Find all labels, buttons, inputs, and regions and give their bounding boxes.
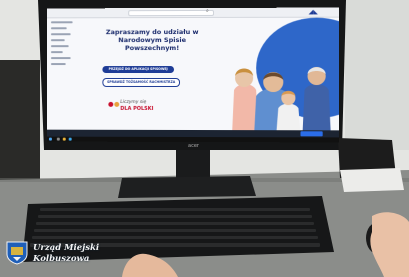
- monitor-screen: ⌕ ◢◣ Zapraszamy do udziału w Narodowym S…: [46, 7, 339, 143]
- menu-item[interactable]: [50, 57, 71, 60]
- monitor-base: [118, 176, 256, 198]
- slogan-line-1: Liczymy się: [120, 99, 147, 105]
- slogan-dot-icon: [108, 101, 114, 107]
- white-box: [340, 168, 404, 192]
- taskbar-app-icon[interactable]: [68, 137, 72, 141]
- site-logo[interactable]: ◢◣: [309, 9, 318, 16]
- menu-item[interactable]: [50, 45, 69, 48]
- menu-item[interactable]: [50, 51, 63, 54]
- windows-taskbar: [46, 136, 339, 143]
- office-watermark: Urząd Miejski Kolbuszowa: [6, 239, 100, 269]
- menu-item[interactable]: [50, 21, 73, 24]
- census-slogan: Liczymy się DLA POLSKI: [106, 100, 176, 114]
- census-app-button[interactable]: PRZEJDŹ DO APLIKACJI SPISOWEJ: [102, 66, 175, 74]
- watermark-line-2: Kolbuszowa: [33, 254, 90, 264]
- coat-of-arms-icon: [6, 241, 28, 265]
- menu-item[interactable]: [50, 63, 66, 66]
- monitor-neck: [176, 150, 210, 178]
- menu-item[interactable]: [50, 27, 67, 30]
- slogan-dot-icon: [114, 101, 120, 107]
- cookie-accept-button[interactable]: [300, 131, 323, 137]
- search-icon[interactable]: ⌕: [206, 8, 209, 14]
- taskbar-app-icon[interactable]: [56, 137, 60, 141]
- address-bar[interactable]: [128, 9, 215, 17]
- page-headline: Zapraszamy do udziału w Narodowym Spisie…: [105, 27, 199, 53]
- verify-enumerator-button[interactable]: SPRAWDŹ TOŻSAMOŚĆ RACHMISTRZA: [102, 77, 181, 87]
- monitor-brand: acer: [188, 143, 200, 149]
- watermark-line-1: Urząd Miejski: [33, 243, 100, 253]
- start-icon[interactable]: [48, 137, 52, 141]
- family-photo: [231, 66, 331, 135]
- side-menu: [50, 21, 77, 69]
- dark-cabinet: [0, 60, 40, 190]
- right-panel: [345, 0, 409, 150]
- browser-toolbar: ⌕ ◢◣: [46, 7, 339, 19]
- menu-item[interactable]: [50, 39, 65, 42]
- menu-item[interactable]: [50, 33, 71, 36]
- slogan-line-2: DLA POLSKI: [120, 105, 154, 112]
- taskbar-app-icon[interactable]: [62, 137, 66, 141]
